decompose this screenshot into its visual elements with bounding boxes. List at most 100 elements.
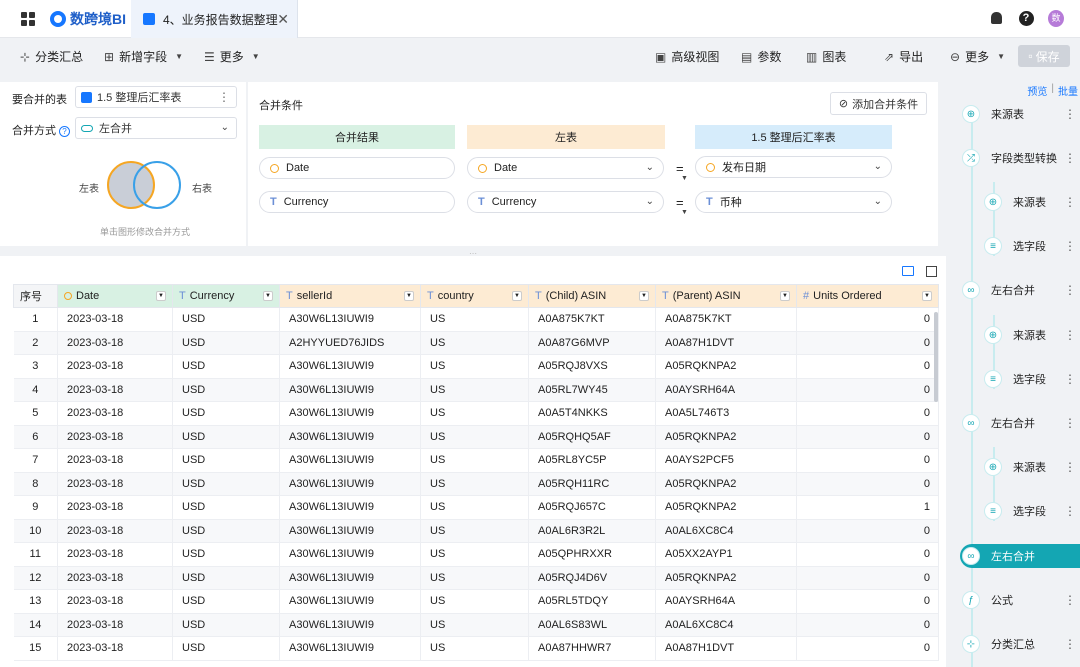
more-vertical-icon[interactable]: ⋮ [1064, 593, 1076, 607]
operator-caret-icon[interactable]: ▼ [681, 175, 688, 182]
flow-node[interactable]: ∞ 左右合并 ⋮ [962, 411, 1076, 435]
params-button[interactable]: ▤ 参数 [741, 48, 781, 65]
column-header-country[interactable]: Tcountry ▼ [420, 284, 529, 308]
more-left-button[interactable]: ☰ 更多 ▼ [204, 48, 260, 65]
advanced-view-button[interactable]: ▣ 高级视图 [655, 48, 719, 65]
more-vertical-icon[interactable]: ⋮ [1064, 107, 1076, 121]
apps-grid-icon[interactable] [21, 12, 35, 26]
table-cell: USD [172, 401, 280, 426]
table-cell: 2023-03-18 [57, 307, 173, 332]
more-vertical-icon[interactable]: ⋮ [1064, 372, 1076, 386]
flow-node[interactable]: ≡ 选字段 ⋮ [984, 499, 1076, 523]
table-row[interactable]: 11 2023-03-18 USD A30W6L13IUWI9 US A05QPHRXXR… [13, 542, 939, 567]
column-menu-icon[interactable]: ▼ [512, 291, 522, 301]
table-row[interactable]: 14 2023-03-18 USD A30W6L13IUWI9 US A0AL6S83WL… [13, 613, 939, 637]
group-summary-button[interactable]: ⊹ 分类汇总 [20, 48, 83, 65]
help-icon[interactable]: ? [1018, 10, 1034, 26]
column-menu-icon[interactable]: ▼ [404, 291, 414, 301]
merge-method-select[interactable]: 左合并 ⌄ [75, 117, 237, 139]
table-row[interactable]: 1 2023-03-18 USD A30W6L13IUWI9 US A0A875K7KT A… [13, 307, 939, 332]
more-vertical-icon[interactable]: ⋮ [1064, 504, 1076, 518]
more-right-button[interactable]: ⊖ 更多 ▼ [950, 48, 1005, 65]
equals-operator-1[interactable]: = [676, 161, 684, 176]
merge-method-label: 合并方式? [12, 122, 70, 138]
grid-view-icon[interactable] [926, 266, 937, 277]
add-condition-button[interactable]: ⊘ 添加合并条件 [830, 92, 927, 115]
table-row[interactable]: 4 2023-03-18 USD A30W6L13IUWI9 US A05RL7WY45 A… [13, 378, 939, 402]
left-field-1[interactable]: Date ⌄ [467, 157, 664, 179]
column-header-currency[interactable]: T Currency ▼ [172, 284, 280, 308]
column-menu-icon[interactable]: ▼ [263, 291, 273, 301]
question-icon[interactable]: ? [59, 126, 70, 137]
result-field-2[interactable]: T Currency [259, 191, 455, 213]
column-menu-icon[interactable]: ▼ [922, 291, 932, 301]
table-row[interactable]: 15 2023-03-18 USD A30W6L13IUWI9 US A0A87HHWR7… [13, 636, 939, 661]
avatar[interactable]: 数 [1048, 9, 1064, 27]
more-vertical-icon[interactable]: ⋮ [1064, 283, 1076, 297]
table-row[interactable]: 13 2023-03-18 USD A30W6L13IUWI9 US A05RL5TDQY… [13, 589, 939, 614]
flow-node[interactable]: ⊕ 来源表 ⋮ [962, 102, 1076, 126]
chart-button[interactable]: ▥ 图表 [806, 48, 846, 65]
export-button[interactable]: ⇗ 导出 [884, 48, 923, 65]
more-vertical-icon[interactable]: ⋮ [1064, 151, 1076, 165]
close-icon[interactable]: ✕ [277, 11, 289, 28]
flow-node[interactable]: ⊹ 分类汇总 ⋮ [962, 632, 1076, 656]
column-menu-icon[interactable]: ▼ [780, 291, 790, 301]
add-field-button[interactable]: ⊞ 新增字段 ▼ [104, 48, 183, 65]
flow-node[interactable]: ≡ 选字段 ⋮ [984, 234, 1076, 258]
venn-right-circle[interactable] [133, 161, 181, 209]
table-cell: 2 [13, 331, 58, 355]
flow-node[interactable]: ≡ 选字段 ⋮ [984, 367, 1076, 391]
tab-report[interactable]: 4、业务报告数据整理 ✕ [131, 0, 298, 38]
table-row[interactable]: 10 2023-03-18 USD A30W6L13IUWI9 US A0AL6R3R2L… [13, 519, 939, 543]
more-vertical-icon[interactable]: ⋮ [218, 90, 230, 104]
flow-node[interactable]: ∞ 左右合并 ⋮ [962, 278, 1076, 302]
more-vertical-icon[interactable]: ⋮ [1064, 637, 1076, 651]
table-view-icon[interactable] [902, 266, 914, 276]
bell-icon[interactable] [988, 10, 1004, 26]
flow-node[interactable]: ∞ 左右合并 [960, 544, 1080, 568]
table-row[interactable]: 9 2023-03-18 USD A30W6L13IUWI9 US A05RQJ657C A… [13, 495, 939, 520]
more-vertical-icon[interactable]: ⋮ [1064, 416, 1076, 430]
table-cell: 9 [13, 495, 58, 520]
table-row[interactable]: 12 2023-03-18 USD A30W6L13IUWI9 US A05RQJ4D6V… [13, 566, 939, 590]
column-header-units-ordered[interactable]: # Units Ordered ▼ [796, 284, 939, 308]
table-row[interactable]: 7 2023-03-18 USD A30W6L13IUWI9 US A05RL8YC5P A… [13, 448, 939, 473]
save-button[interactable]: ▫ 保存 [1018, 45, 1070, 67]
table-row[interactable]: 3 2023-03-18 USD A30W6L13IUWI9 US A05RQJ8VXS A… [13, 354, 939, 379]
column-header-child-asin[interactable]: T (Child) ASIN ▼ [528, 284, 656, 308]
batch-link[interactable]: 批量 [1058, 83, 1078, 98]
flow-node[interactable]: ⤮ 字段类型转换 ⋮ [962, 146, 1076, 170]
left-field-2[interactable]: T Currency ⌄ [467, 191, 664, 213]
vertical-scrollbar[interactable] [934, 312, 938, 402]
venn-diagram[interactable] [107, 161, 181, 209]
table-row[interactable]: 6 2023-03-18 USD A30W6L13IUWI9 US A05RQHQ5AF A… [13, 425, 939, 449]
column-menu-icon[interactable]: ▼ [156, 291, 166, 301]
table-row[interactable]: 5 2023-03-18 USD A30W6L13IUWI9 US A0A5T4NKKS A… [13, 401, 939, 426]
flow-node[interactable]: ƒ 公式 ⋮ [962, 588, 1076, 612]
operator-caret-icon[interactable]: ▼ [681, 209, 688, 216]
table-cell: 2023-03-18 [57, 589, 173, 614]
more-vertical-icon[interactable]: ⋮ [1064, 239, 1076, 253]
flow-node[interactable]: ⊕ 来源表 ⋮ [984, 190, 1076, 214]
table-row[interactable]: 2 2023-03-18 USD A2HYYUED76JIDS US A0A87G6MVP… [13, 331, 939, 355]
right-field-2[interactable]: T 币种 ⌄ [695, 191, 892, 213]
table-cell: 3 [13, 354, 58, 379]
column-header-date[interactable]: Date ▼ [57, 284, 173, 308]
preview-link[interactable]: 预览 [1027, 83, 1047, 98]
table-cell: 2023-03-18 [57, 519, 173, 543]
result-field-1[interactable]: Date [259, 157, 455, 179]
column-header-parent-asin[interactable]: T (Parent) ASIN ▼ [655, 284, 797, 308]
equals-operator-2[interactable]: = [676, 195, 684, 210]
flow-node[interactable]: ⊕ 来源表 ⋮ [984, 323, 1076, 347]
more-vertical-icon[interactable]: ⋮ [1064, 460, 1076, 474]
more-vertical-icon[interactable]: ⋮ [1064, 328, 1076, 342]
flow-node[interactable]: ⊕ 来源表 ⋮ [984, 455, 1076, 479]
column-menu-icon[interactable]: ▼ [639, 291, 649, 301]
right-field-1[interactable]: 发布日期 ⌄ [695, 156, 892, 178]
more-vertical-icon[interactable]: ⋮ [1064, 195, 1076, 209]
table-row[interactable]: 8 2023-03-18 USD A30W6L13IUWI9 US A05RQH11RC A… [13, 472, 939, 496]
text-type-icon: T [706, 196, 713, 208]
column-header-sellerid[interactable]: TsellerId ▼ [279, 284, 421, 308]
merge-table-select[interactable]: 1.5 整理后汇率表 ⋮ [75, 86, 237, 108]
